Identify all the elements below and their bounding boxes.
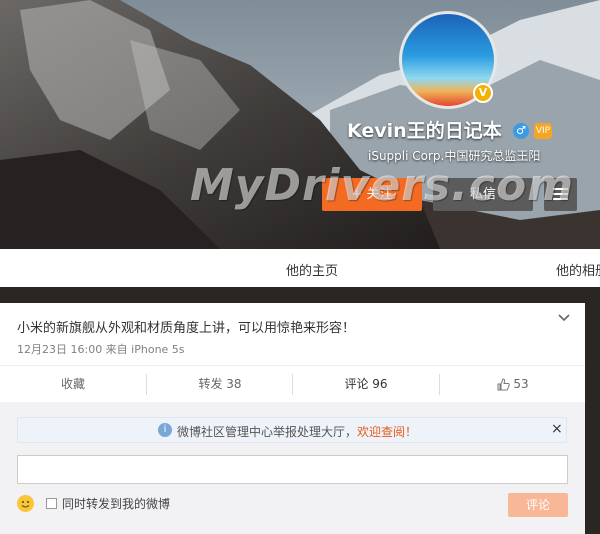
repost-checkbox-label: 同时转发到我的微博 [62,497,171,511]
verified-badge: V [473,83,493,103]
emoji-icon[interactable] [17,495,34,512]
close-icon[interactable]: × [551,421,563,437]
notice-link[interactable]: 欢迎查阅！ [357,425,417,439]
mountain-background [0,0,600,249]
male-icon: ♂ [513,123,529,139]
like-button[interactable]: 53 [440,366,586,403]
repost-button[interactable]: 转发 38 [147,366,293,403]
submit-comment-button[interactable]: 评论 [508,493,568,517]
watermark: MyDrivers.com [190,160,575,211]
tab-home[interactable]: 他的主页 [286,260,338,279]
post-actions: 收藏 转发 38 评论 96 53 [0,365,585,403]
profile-banner [0,0,600,249]
post-meta: 12月23日 16:00 来自 iPhone 5s [17,343,185,356]
smiley-face-icon [21,500,30,508]
post-text: 小米的新旗舰从外观和材质角度上讲，可以用惊艳来形容！ [17,321,356,336]
notice-text: 微博社区管理中心举报处理大厅， [177,425,358,439]
notice-bar: i 微博社区管理中心举报处理大厅，欢迎查阅！ × [17,417,567,443]
like-count: 53 [513,377,529,391]
info-icon: i [158,423,172,437]
repost-checkbox[interactable] [46,498,57,509]
chevron-down-icon[interactable] [557,311,571,325]
vip-badge-icon[interactable]: VIP [534,123,552,139]
favorite-button[interactable]: 收藏 [0,366,146,403]
thumbs-up-icon [497,378,511,391]
profile-name[interactable]: Kevin王的日记本 [347,116,502,143]
post-card: 小米的新旗舰从外观和材质角度上讲，可以用惊艳来形容！ 12月23日 16:00 … [0,303,585,534]
comment-input[interactable] [17,455,568,484]
tab-album[interactable]: 他的相册 [556,260,600,279]
comment-box: i 微博社区管理中心举报处理大厅，欢迎查阅！ × 同时转发到我的微博 评论 [0,402,585,534]
profile-nav: 他的主页 他的相册 [0,249,600,287]
comment-button[interactable]: 评论 96 [293,366,439,403]
